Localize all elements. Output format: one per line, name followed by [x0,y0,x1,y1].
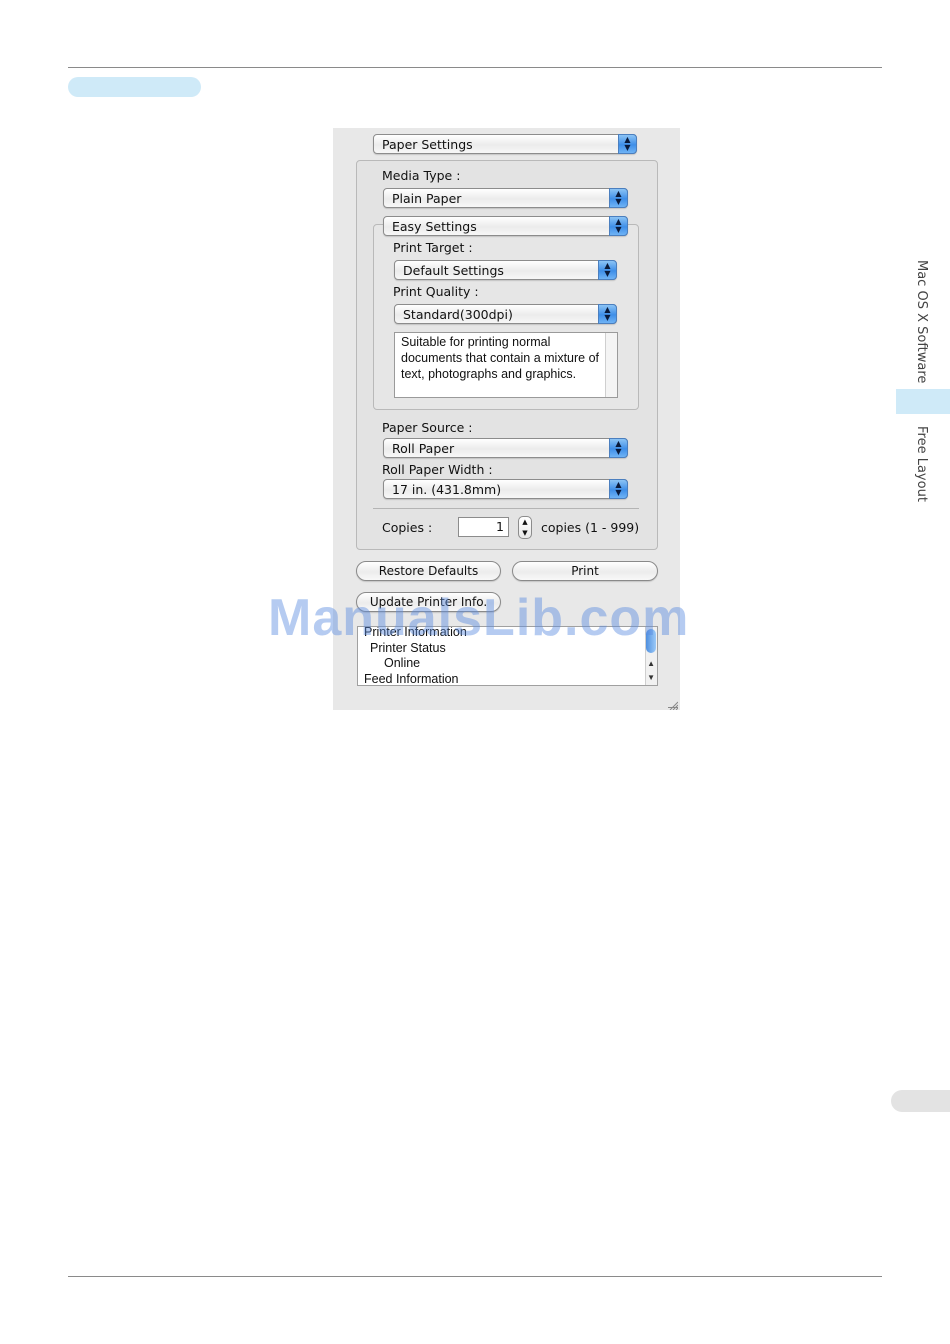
side-tab-highlight [896,389,950,414]
up-down-arrows-icon: ▲ ▼ [598,260,617,280]
roll-width-label: Roll Paper Width : [382,462,493,477]
media-type-popup[interactable]: Plain Paper ▲ ▼ [383,188,628,208]
page-tab [891,1090,950,1112]
up-down-arrows-icon: ▲ ▼ [598,304,617,324]
up-down-arrows-icon: ▲ ▼ [618,134,637,154]
up-down-arrows-icon: ▲ ▼ [609,216,628,236]
easy-settings-value: Easy Settings [392,219,477,234]
side-tab-section: Mac OS X Software [914,260,929,384]
print-target-label: Print Target : [393,240,473,255]
copies-separator [373,508,639,509]
description-scrollbar[interactable] [605,333,617,397]
print-target-popup[interactable]: Default Settings ▲ ▼ [394,260,617,280]
stepper-icon[interactable]: ▲ ▼ [518,516,532,539]
copies-input[interactable]: 1 [458,517,509,537]
up-down-arrows-icon: ▲ ▼ [609,438,628,458]
list-item[interactable]: Online [384,656,420,670]
paper-source-popup[interactable]: Roll Paper ▲ ▼ [383,438,628,458]
up-down-arrows-icon: ▲ ▼ [609,188,628,208]
footer-rule [68,1276,882,1277]
resize-grip-icon[interactable] [668,698,679,711]
side-tab-subsection: Free Layout [914,426,929,502]
media-type-value: Plain Paper [392,191,462,206]
panel-popup[interactable]: Paper Settings ▲ ▼ [373,134,637,154]
panel-popup-label: Paper Settings [382,137,473,152]
roll-width-value: 17 in. (431.8mm) [392,482,502,497]
quality-description-text: Suitable for printing normal documents t… [401,335,600,381]
scroll-down-icon[interactable]: ▼ [647,673,655,682]
restore-defaults-button[interactable]: Restore Defaults [356,561,501,581]
roll-width-popup[interactable]: 17 in. (431.8mm) ▲ ▼ [383,479,628,499]
paper-source-value: Roll Paper [392,441,455,456]
print-target-value: Default Settings [403,263,504,278]
header-rule [68,67,882,68]
copies-label: Copies : [382,520,433,535]
paper-source-label: Paper Source : [382,420,473,435]
print-quality-label: Print Quality : [393,284,479,299]
scroll-up-icon[interactable]: ▲ [647,659,655,668]
quality-description-box: Suitable for printing normal documents t… [394,332,618,398]
print-quality-popup[interactable]: Standard(300dpi) ▲ ▼ [394,304,617,324]
copies-range: copies (1 - 999) [541,520,640,535]
list-item[interactable]: Feed Information [364,672,459,685]
print-button[interactable]: Print [512,561,658,581]
easy-settings-popup[interactable]: Easy Settings ▲ ▼ [383,216,628,236]
media-type-label: Media Type : [382,168,461,183]
print-quality-value: Standard(300dpi) [403,307,513,322]
section-pill [68,77,201,97]
watermark: ManualsLib.com [268,589,690,647]
up-down-arrows-icon: ▲ ▼ [609,479,628,499]
